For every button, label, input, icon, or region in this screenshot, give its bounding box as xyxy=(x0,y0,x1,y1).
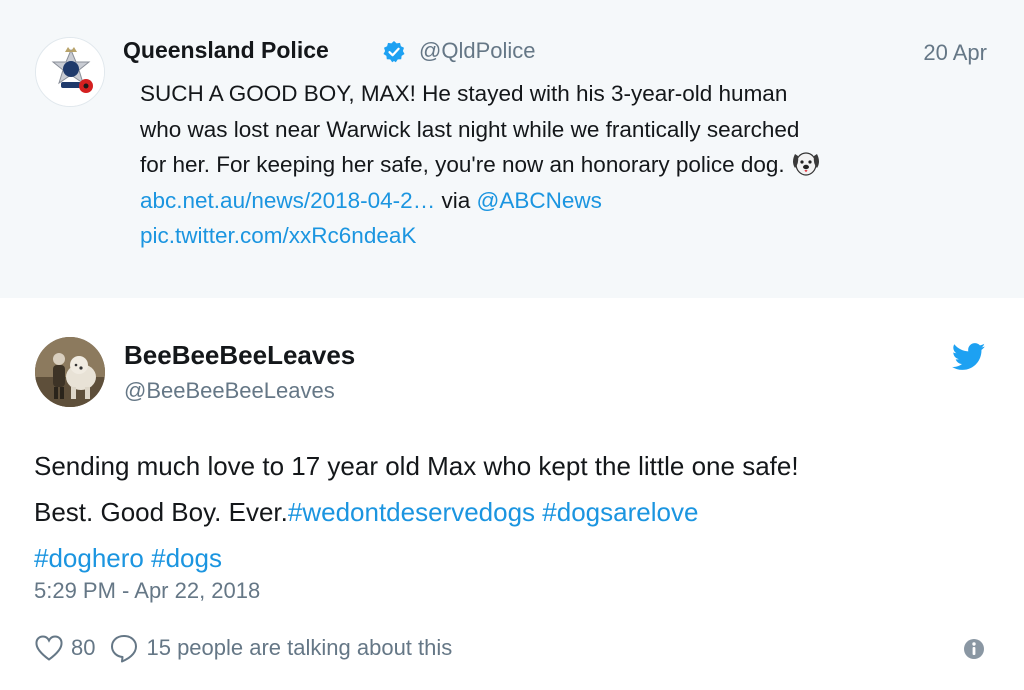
quoted-text-line-3: for her. For keeping her safe, you're no… xyxy=(140,147,1000,183)
abcnews-mention-link[interactable]: @ABCNews xyxy=(477,188,602,213)
quoted-link-line: abc.net.au/news/2018-04-2… via @ABCNews xyxy=(140,183,1000,219)
verified-badge-icon xyxy=(383,41,405,63)
hashtag-link[interactable]: #wedontdeservedogs xyxy=(288,497,535,527)
tweet-text-line-3: #doghero #dogs xyxy=(34,535,994,581)
quoted-text-line: SUCH A GOOD BOY, MAX! He stayed with his… xyxy=(140,81,788,106)
quoted-text-line: who was lost near Warwick last night whi… xyxy=(140,116,800,142)
tweet-timestamp[interactable]: 5:29 PM - Apr 22, 2018 xyxy=(34,578,260,604)
quoted-text-line: for her. For keeping her safe, you're no… xyxy=(140,152,785,177)
tweet-text-line-2: Best. Good Boy. Ever.#wedontdeservedogs … xyxy=(34,489,994,535)
tweet-author-name[interactable]: BeeBeeBeeLeaves xyxy=(124,340,355,371)
quoted-tweet-text: SUCH A GOOD BOY, MAX! He stayed with his… xyxy=(140,76,1000,254)
twitter-bird-icon[interactable] xyxy=(952,343,986,371)
like-action[interactable]: 80 xyxy=(34,634,95,662)
pic-link[interactable]: pic.twitter.com/xxRc6ndeaK xyxy=(140,223,416,248)
queensland-police-avatar[interactable] xyxy=(35,37,105,107)
hashtag-link[interactable]: #doghero xyxy=(34,543,144,573)
heart-icon[interactable] xyxy=(34,634,64,662)
quoted-tweet[interactable]: Queensland Police @QldPolice 20 Apr SUCH… xyxy=(0,0,1024,298)
quoted-author-handle[interactable]: @QldPolice xyxy=(419,38,536,64)
beebeebeeleaves-avatar[interactable] xyxy=(35,337,105,407)
pic-link-line: pic.twitter.com/xxRc6ndeaK xyxy=(140,218,1000,254)
like-count: 80 xyxy=(71,635,96,660)
tweet-author-handle[interactable]: @BeeBeeBeeLeaves xyxy=(124,378,335,404)
quoted-author-name[interactable]: Queensland Police xyxy=(123,37,329,64)
via-label: via xyxy=(441,187,471,213)
info-icon[interactable] xyxy=(963,638,985,660)
quoted-tweet-date[interactable]: 20 Apr xyxy=(923,40,987,66)
tweet-text-line: Sending much love to 17 year old Max who… xyxy=(34,451,799,481)
dog-face-emoji-icon xyxy=(792,152,819,176)
conversation-action[interactable]: 15 people are talking about this xyxy=(95,633,452,663)
article-link[interactable]: abc.net.au/news/2018-04-2… xyxy=(140,188,435,213)
tweet-text-plain: Best. Good Boy. Ever. xyxy=(34,497,288,527)
speech-bubble-icon[interactable] xyxy=(109,633,139,663)
hashtag-link[interactable]: #dogsarelove xyxy=(542,497,698,527)
tweet-text: Sending much love to 17 year old Max who… xyxy=(34,443,994,581)
tweet-actions: 80 15 people are talking about this xyxy=(34,631,452,665)
conversation-text: 15 people are talking about this xyxy=(146,635,453,660)
hashtag-link[interactable]: #dogs xyxy=(151,543,222,573)
